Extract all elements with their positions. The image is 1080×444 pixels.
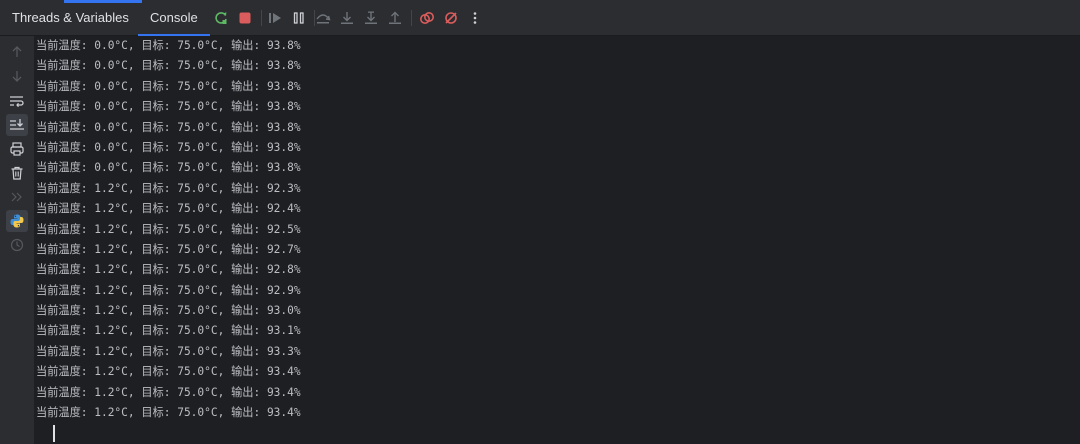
step-over-icon[interactable] [314, 8, 332, 28]
console-line: 当前温度: 1.2°C, 目标: 75.0°C, 输出: 93.4% [36, 406, 301, 420]
console-line: 当前温度: 1.2°C, 目标: 75.0°C, 输出: 92.9% [36, 283, 301, 297]
toolbar-separator [411, 10, 412, 26]
step-into-icon[interactable] [338, 8, 356, 28]
console-line: 当前温度: 0.0°C, 目标: 75.0°C, 输出: 93.8% [36, 100, 301, 114]
double-chevron-icon[interactable] [8, 188, 26, 206]
resume-icon[interactable] [266, 8, 284, 28]
console-side-toolbar [0, 36, 34, 444]
console-line: 当前温度: 0.0°C, 目标: 75.0°C, 输出: 93.8% [36, 140, 301, 154]
text-cursor [53, 425, 55, 442]
console-line: 当前温度: 1.2°C, 目标: 75.0°C, 输出: 93.1% [36, 324, 301, 338]
pause-icon[interactable] [290, 8, 308, 28]
console-line: 当前温度: 0.0°C, 目标: 75.0°C, 输出: 93.8% [36, 39, 301, 52]
tab-console[interactable]: Console [138, 0, 210, 36]
mute-breakpoints-icon[interactable] [442, 8, 460, 28]
print-icon[interactable] [8, 140, 26, 158]
up-arrow-icon[interactable] [8, 43, 26, 61]
trash-icon[interactable] [8, 164, 26, 182]
console-line: 当前温度: 1.2°C, 目标: 75.0°C, 输出: 92.4% [36, 202, 301, 216]
console-line: 当前温度: 1.2°C, 目标: 75.0°C, 输出: 93.3% [36, 344, 301, 358]
toolbar-separator [261, 10, 262, 26]
console-line: 当前温度: 1.2°C, 目标: 75.0°C, 输出: 93.0% [36, 304, 301, 318]
soft-wrap-icon[interactable] [8, 92, 26, 110]
step-out-icon[interactable] [386, 8, 404, 28]
view-breakpoints-icon[interactable] [418, 8, 436, 28]
console-line: 当前温度: 1.2°C, 目标: 75.0°C, 输出: 93.4% [36, 385, 301, 399]
console-line: 当前温度: 0.0°C, 目标: 75.0°C, 输出: 93.8% [36, 79, 301, 93]
console-line: 当前温度: 0.0°C, 目标: 75.0°C, 输出: 93.8% [36, 59, 301, 73]
console-line: 当前温度: 0.0°C, 目标: 75.0°C, 输出: 93.8% [36, 161, 301, 175]
console-line: 当前温度: 1.2°C, 目标: 75.0°C, 输出: 92.3% [36, 181, 301, 195]
console-line: 当前温度: 0.0°C, 目标: 75.0°C, 输出: 93.8% [36, 120, 301, 134]
more-options-icon[interactable] [466, 8, 484, 28]
console-line: 当前温度: 1.2°C, 目标: 75.0°C, 输出: 92.7% [36, 242, 301, 256]
console-output[interactable]: 当前温度: 0.0°C, 目标: 75.0°C, 输出: 93.8% 当前温度:… [36, 36, 1076, 444]
rerun-icon[interactable] [212, 8, 230, 28]
stop-icon[interactable] [236, 8, 254, 28]
clock-icon[interactable] [8, 236, 26, 254]
tab-threads-variables[interactable]: Threads & Variables [12, 0, 129, 36]
python-console-icon[interactable] [6, 210, 28, 232]
down-arrow-icon[interactable] [8, 67, 26, 85]
step-into-my-code-icon[interactable] [362, 8, 380, 28]
debug-toolbar: Threads & Variables Console [0, 0, 1080, 36]
console-line: 当前温度: 1.2°C, 目标: 75.0°C, 输出: 92.5% [36, 222, 301, 236]
scroll-to-end-icon[interactable] [6, 114, 28, 136]
console-line: 当前温度: 1.2°C, 目标: 75.0°C, 输出: 92.8% [36, 263, 301, 277]
console-line: 当前温度: 1.2°C, 目标: 75.0°C, 输出: 93.4% [36, 365, 301, 379]
